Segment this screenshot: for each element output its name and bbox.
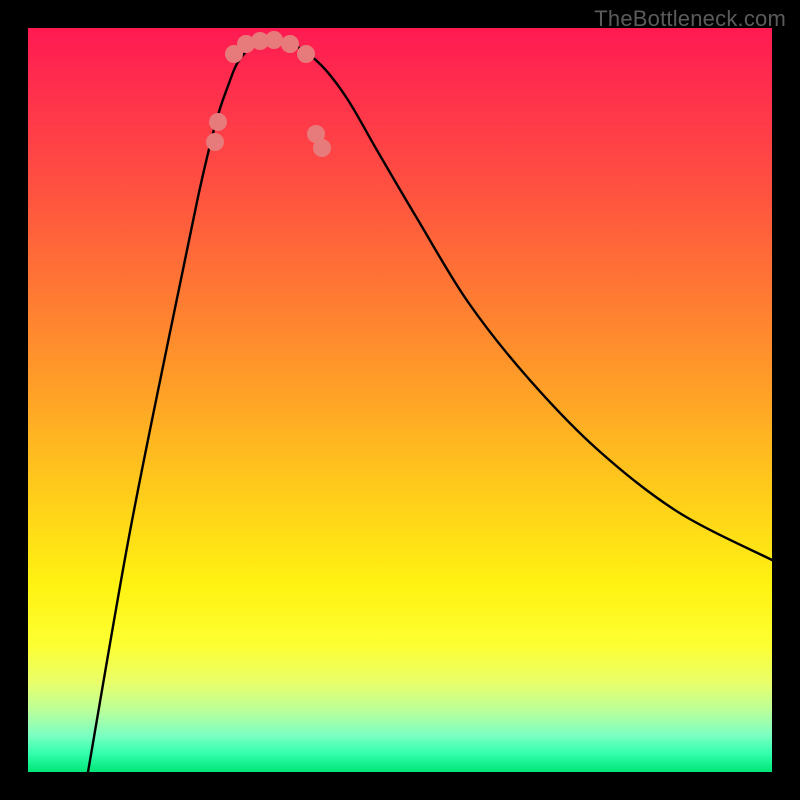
outer-frame: TheBottleneck.com (0, 0, 800, 800)
bottleneck-curve (88, 40, 772, 772)
highlight-point (265, 31, 283, 49)
highlight-point (209, 113, 227, 131)
highlight-point (281, 35, 299, 53)
plot-area (28, 28, 772, 772)
highlight-point (206, 133, 224, 151)
chart-svg (28, 28, 772, 772)
highlight-point (297, 45, 315, 63)
highlight-point (313, 139, 331, 157)
